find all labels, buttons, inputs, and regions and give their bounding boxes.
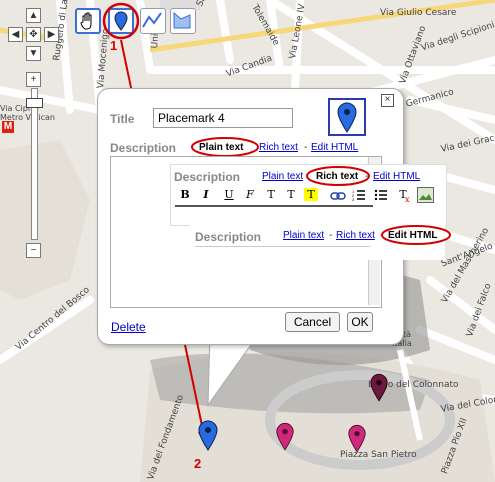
separator: - bbox=[304, 142, 308, 153]
bold-button[interactable]: B bbox=[178, 188, 192, 201]
font-size-button[interactable]: T bbox=[264, 188, 278, 201]
annotation-number: 2 bbox=[194, 456, 202, 471]
highlight-oval bbox=[191, 137, 259, 157]
rich-text-link[interactable]: Rich text bbox=[336, 230, 375, 241]
title-label: Title bbox=[110, 112, 135, 126]
description-label: Description bbox=[195, 230, 262, 244]
cancel-button[interactable]: Cancel bbox=[285, 312, 340, 332]
highlight-color-button[interactable]: T bbox=[304, 188, 318, 201]
edit-html-link[interactable]: Edit HTML bbox=[311, 142, 358, 153]
placemark-pin[interactable] bbox=[275, 422, 295, 452]
separator: - bbox=[329, 230, 333, 241]
plain-text-link[interactable]: Plain text bbox=[262, 171, 303, 182]
plain-text-link[interactable]: Plain text bbox=[283, 230, 324, 241]
delete-link[interactable]: Delete bbox=[111, 320, 146, 334]
svg-text:3: 3 bbox=[352, 197, 355, 202]
placemark-pin[interactable] bbox=[347, 424, 367, 454]
ok-button[interactable]: OK bbox=[347, 312, 373, 332]
title-input[interactable] bbox=[153, 108, 293, 128]
text-color-button[interactable]: T bbox=[284, 188, 298, 201]
placemark-icon bbox=[337, 102, 357, 133]
edit-html-link[interactable]: Edit HTML bbox=[373, 171, 420, 182]
close-icon[interactable]: × bbox=[381, 94, 394, 107]
description-label: Description bbox=[174, 170, 241, 184]
rich-text-editor[interactable] bbox=[175, 205, 373, 215]
html-editor[interactable] bbox=[195, 246, 370, 259]
description-label: Description bbox=[110, 141, 177, 155]
font-button[interactable]: F bbox=[243, 188, 257, 201]
annotation-number: 1 bbox=[110, 38, 118, 53]
rich-text-link[interactable]: Rich text bbox=[259, 142, 298, 153]
icon-chooser-button[interactable] bbox=[328, 98, 366, 136]
image-icon[interactable] bbox=[417, 187, 434, 203]
remove-formatting-button[interactable]: Tx bbox=[396, 188, 410, 204]
placemark-pin[interactable] bbox=[197, 420, 219, 452]
italic-button[interactable]: I bbox=[199, 188, 213, 201]
highlight-oval bbox=[306, 166, 370, 186]
underline-button[interactable]: U bbox=[222, 188, 236, 201]
placemark-pin[interactable] bbox=[369, 373, 389, 403]
bulleted-list-icon[interactable] bbox=[374, 188, 388, 207]
highlight-oval bbox=[381, 225, 451, 245]
